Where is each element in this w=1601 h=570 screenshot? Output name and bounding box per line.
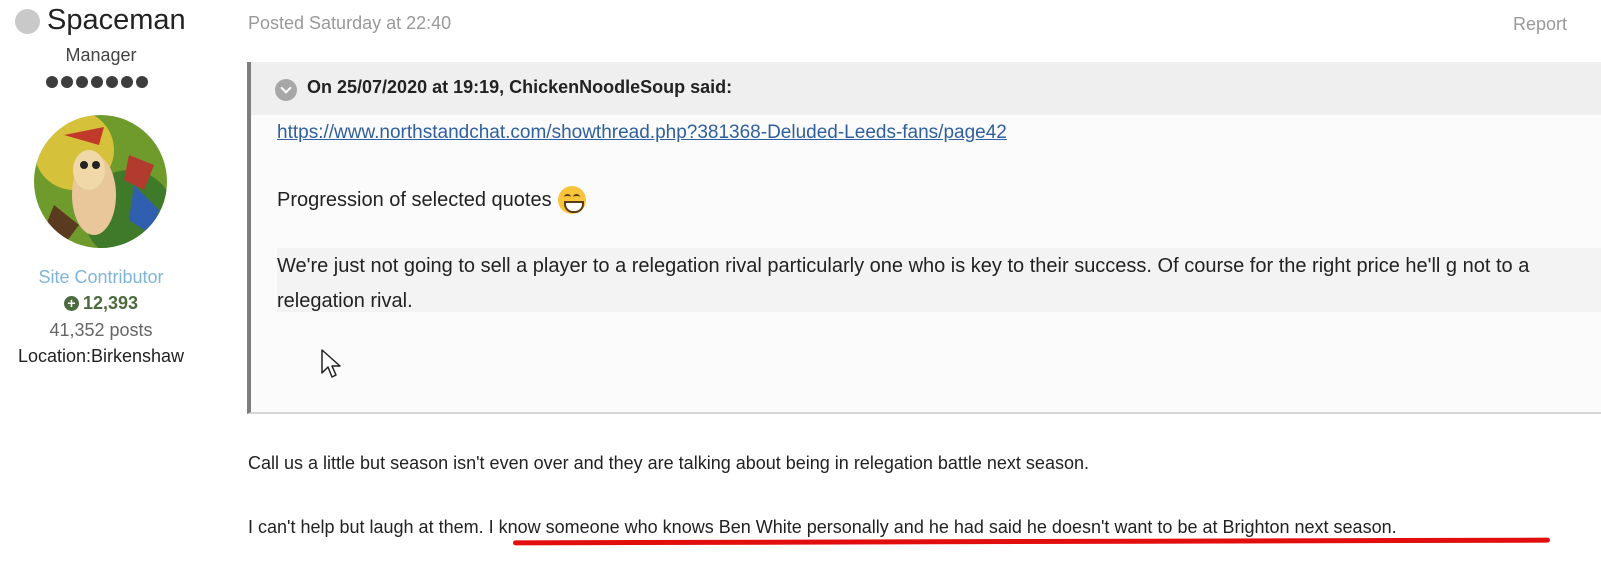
rank-pip-icon [61,76,73,88]
rank-pip-icon [106,76,118,88]
mouse-cursor-icon [321,349,341,378]
author-location: Location:Birkenshaw [17,346,185,366]
quote-header: On 25/07/2020 at 19:19, ChickenNoodleSou… [251,62,1601,115]
post-timestamp[interactable]: Posted Saturday at 22:40 [248,13,451,34]
collapse-chevron-icon[interactable] [275,79,297,101]
author-group: Site Contributor [38,267,164,287]
rank-pip-icon [76,76,88,88]
rank-pips [46,76,148,88]
rank-pip-icon [46,76,58,88]
grinning-face-icon [557,186,586,214]
quote-text-line: Progression of selected quotes [277,186,586,214]
reputation-value: 12,393 [82,293,139,313]
plus-circle-icon: + [63,296,79,311]
offline-status-icon [15,9,40,34]
report-link[interactable]: Report [1513,14,1567,35]
reputation-badge: +12,393 [0,293,202,314]
avatar[interactable] [34,115,167,248]
rank-pip-icon [136,76,148,88]
post-paragraph: I can't help but laugh at them. I know s… [248,517,1397,537]
quoted-link[interactable]: https://www.northstandchat.com/showthrea… [277,122,1007,144]
post-paragraph: Call us a little but season isn't even o… [248,453,1089,473]
rank-pip-icon [91,76,103,88]
post-count: 41,352 posts [49,320,153,340]
quote-block: On 25/07/2020 at 19:19, ChickenNoodleSou… [247,62,1601,414]
rank-pip-icon [121,76,133,88]
red-underline-annotation [512,537,1551,546]
avatar-image [34,115,167,248]
quote-citation[interactable]: On 25/07/2020 at 19:19, ChickenNoodleSou… [307,77,732,98]
quote-line-text: Progression of selected quotes [277,188,552,211]
nested-quote-text: We're just not going to sell a player to… [277,255,1530,312]
author-name[interactable]: Spaceman [47,4,186,37]
author-rank: Manager [65,45,137,65]
